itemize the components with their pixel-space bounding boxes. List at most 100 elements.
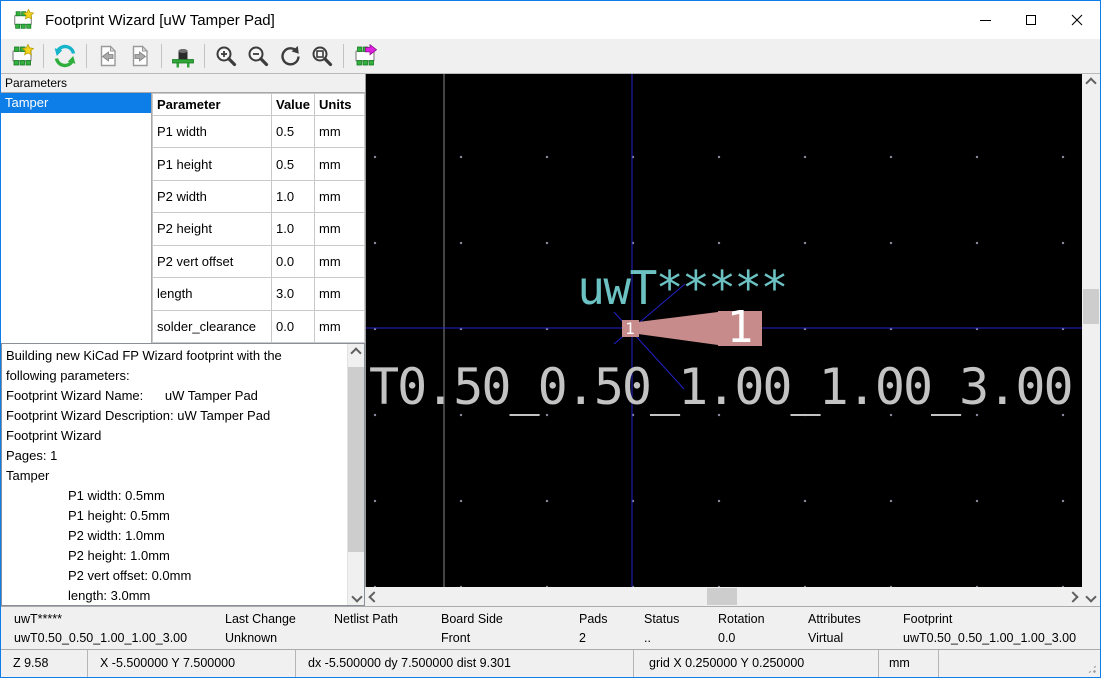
scroll-up-button[interactable] — [1082, 74, 1100, 92]
param-header-units: Units — [315, 94, 365, 116]
toolbar-separator — [161, 44, 162, 68]
param-row[interactable]: P1 width0.5mm — [153, 116, 365, 148]
message-line: Footprint Wizard Description: uW Tamper … — [2, 406, 346, 426]
parameter-table[interactable]: Parameter Value Units P1 width0.5mmP1 he… — [152, 93, 365, 343]
param-cell-value[interactable]: 0.0 — [272, 310, 315, 342]
parameters-panel-header: Parameters — [1, 74, 365, 92]
info-field-status: Status .. — [644, 612, 679, 649]
info-field-pads: Pads 2 — [579, 612, 608, 649]
show-pads-button[interactable] — [168, 41, 198, 71]
resize-grip-icon[interactable] — [1087, 664, 1097, 674]
param-cell-units[interactable]: mm — [315, 245, 365, 277]
param-cell-units[interactable]: mm — [315, 310, 365, 342]
param-table-header-row: Parameter Value Units — [153, 94, 365, 116]
message-panel: Building new KiCad FP Wizard footprint w… — [1, 343, 365, 606]
param-cell-value[interactable]: 1.0 — [272, 213, 315, 245]
next-page-button[interactable] — [125, 41, 155, 71]
scrollbar-thumb[interactable] — [348, 367, 365, 552]
status-bar: Z 9.58 X -5.500000 Y 7.500000 dx -5.5000… — [1, 649, 1100, 677]
param-row[interactable]: solder_clearance0.0mm — [153, 310, 365, 342]
chevron-down-icon — [351, 591, 362, 602]
param-cell-units[interactable]: mm — [315, 278, 365, 310]
scrollbar-thumb[interactable] — [1083, 289, 1099, 324]
param-cell-units[interactable]: mm — [315, 180, 365, 212]
param-cell-parameter[interactable]: length — [153, 278, 272, 310]
param-row[interactable]: P2 width1.0mm — [153, 180, 365, 212]
info-field-netlist-path: Netlist Path — [334, 612, 398, 649]
info-field-attributes: Attributes Virtual — [808, 612, 861, 649]
minimize-button[interactable] — [962, 1, 1008, 39]
zoom-fit-button[interactable] — [307, 41, 337, 71]
param-cell-value[interactable]: 3.0 — [272, 278, 315, 310]
page-list-item-tamper[interactable]: Tamper — [1, 93, 151, 113]
param-cell-parameter[interactable]: P2 vert offset — [153, 245, 272, 277]
param-cell-value[interactable]: 1.0 — [272, 180, 315, 212]
close-button[interactable] — [1054, 1, 1100, 39]
param-cell-parameter[interactable]: P2 width — [153, 180, 272, 212]
param-cell-units[interactable]: mm — [315, 116, 365, 148]
footprint-value-text[interactable]: T0.50_0.50_1.00_1.00_3.00 — [369, 358, 1072, 416]
export-footprint-button[interactable] — [350, 41, 380, 71]
scroll-left-button[interactable] — [365, 587, 383, 606]
window-title: Footprint Wizard [uW Tamper Pad] — [45, 12, 275, 29]
status-units: mm — [879, 650, 939, 677]
scroll-down-button[interactable] — [348, 588, 365, 605]
param-cell-units[interactable]: mm — [315, 148, 365, 180]
footprint-preview-canvas[interactable]: uwT***** 1 1 T0.50_0.50_1.00_1.00_3.00 — [365, 74, 1082, 587]
zoom-in-button[interactable] — [211, 41, 241, 71]
taper-trace-shape[interactable] — [638, 312, 718, 345]
param-cell-parameter[interactable]: P1 height — [153, 148, 272, 180]
canvas-horizontal-scrollbar[interactable] — [365, 587, 1082, 606]
toolbar-separator — [86, 44, 87, 68]
param-cell-parameter[interactable]: P1 width — [153, 116, 272, 148]
footprint-info-bar: uwT***** uwT0.50_0.50_1.00_1.00_3.00 Las… — [1, 606, 1100, 649]
refresh-icon — [52, 43, 78, 69]
select-footprint-wizard-button[interactable] — [7, 41, 37, 71]
page-previous-icon — [95, 43, 121, 69]
param-row[interactable]: P2 height1.0mm — [153, 213, 365, 245]
param-row[interactable]: length3.0mm — [153, 278, 365, 310]
param-cell-value[interactable]: 0.5 — [272, 116, 315, 148]
canvas-vertical-scrollbar[interactable] — [1082, 74, 1100, 606]
status-empty — [939, 650, 1100, 677]
scroll-right-button[interactable] — [1064, 587, 1082, 606]
scroll-down-button[interactable] — [1082, 588, 1100, 606]
param-cell-value[interactable]: 0.5 — [272, 148, 315, 180]
previous-page-button[interactable] — [93, 41, 123, 71]
info-field-last-change: Last Change Unknown — [225, 612, 296, 649]
toolbar-separator — [204, 44, 205, 68]
footprint-wizard-window: Footprint Wizard [uW Tamper Pad] — [0, 0, 1101, 678]
message-line: Footprint Wizard Name: uW Tamper Pad — [2, 386, 346, 406]
reference-designator-text[interactable]: uwT***** — [577, 261, 787, 315]
pad-1-large-number: 1 — [727, 302, 754, 353]
minimize-icon — [980, 20, 991, 21]
close-icon — [1071, 14, 1083, 26]
param-table-body: P1 width0.5mmP1 height0.5mmP2 width1.0mm… — [153, 116, 365, 343]
maximize-button[interactable] — [1008, 1, 1054, 39]
update-footprint-button[interactable] — [50, 41, 80, 71]
param-header-parameter: Parameter — [153, 94, 272, 116]
redraw-view-button[interactable] — [275, 41, 305, 71]
info-field-board-side: Board Side Front — [441, 612, 503, 649]
scrollbar-thumb[interactable] — [707, 588, 737, 605]
param-row[interactable]: P2 vert offset0.0mm — [153, 245, 365, 277]
message-line: length: 3.0mm — [2, 586, 346, 606]
message-line: following parameters: — [2, 366, 346, 386]
message-scrollbar[interactable] — [347, 344, 364, 605]
param-row[interactable]: P1 height0.5mm — [153, 148, 365, 180]
parameters-panel: Tamper Parameter Value Units P1 width0.5… — [1, 92, 365, 343]
info-field-rotation: Rotation 0.0 — [718, 612, 765, 649]
footprint-export-arrow-icon — [352, 43, 378, 69]
param-cell-units[interactable]: mm — [315, 213, 365, 245]
zoom-out-icon — [245, 43, 271, 69]
param-cell-parameter[interactable]: P2 height — [153, 213, 272, 245]
wizard-page-list[interactable]: Tamper — [1, 93, 152, 343]
scroll-up-button[interactable] — [348, 344, 364, 361]
info-field-reference: uwT***** uwT0.50_0.50_1.00_1.00_3.00 — [14, 612, 187, 649]
param-cell-parameter[interactable]: solder_clearance — [153, 310, 272, 342]
kicad-footprint-wizard-icon — [10, 8, 36, 32]
param-cell-value[interactable]: 0.0 — [272, 245, 315, 277]
zoom-out-button[interactable] — [243, 41, 273, 71]
title-bar[interactable]: Footprint Wizard [uW Tamper Pad] — [1, 1, 1100, 39]
message-line: Tamper — [2, 466, 346, 486]
